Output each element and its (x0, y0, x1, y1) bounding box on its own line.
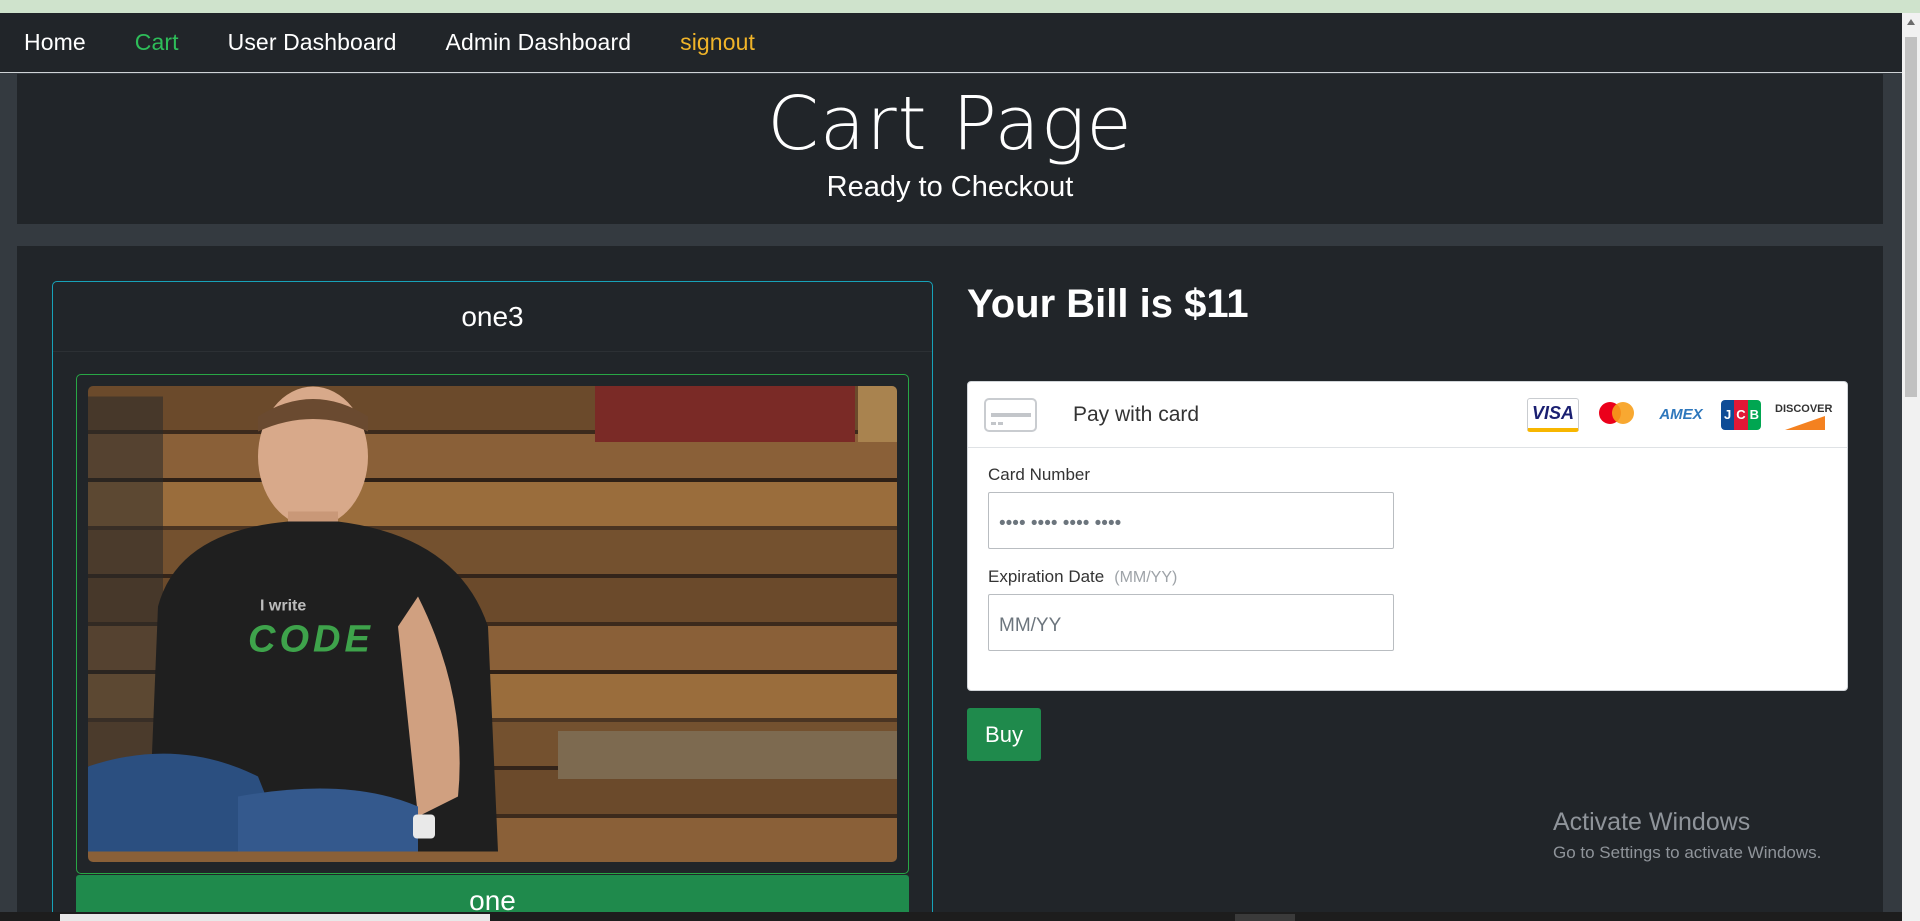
buy-button[interactable]: Buy (967, 708, 1041, 761)
mastercard-icon (1593, 398, 1641, 432)
page-title: Cart Page (767, 81, 1133, 167)
product-card: one3 I write CODE one (52, 281, 933, 921)
card-number-input[interactable]: •••• •••• •••• •••• (988, 492, 1394, 549)
nav-cart-link[interactable]: Cart (135, 29, 179, 56)
bill-total: Your Bill is $11 (967, 282, 1249, 326)
windows-activation-watermark: Activate Windows Go to Settings to activ… (1553, 808, 1821, 863)
person-in-tshirt-illustration: I write CODE (88, 386, 498, 852)
card-number-label: Card Number (988, 465, 1091, 484)
vertical-scrollbar[interactable] (1902, 13, 1920, 921)
page-subtitle: Ready to Checkout (826, 171, 1074, 204)
nav-home-link[interactable]: Home (24, 29, 86, 56)
tshirt-text-line2: CODE (248, 619, 374, 661)
product-image: I write CODE (88, 386, 897, 862)
scroll-up-icon[interactable] (1907, 19, 1915, 25)
nav-user-dashboard-link[interactable]: User Dashboard (228, 29, 397, 56)
amex-icon: AMEX (1659, 406, 1703, 423)
discover-icon: DISCOVER (1775, 400, 1832, 430)
visa-icon: VISA (1527, 397, 1579, 432)
watermark-subtitle: Go to Settings to activate Windows. (1553, 843, 1822, 862)
expiration-date-label: Expiration Date (MM/YY) (988, 567, 1178, 586)
scrollbar-thumb[interactable] (1905, 37, 1917, 397)
card-brands: VISA AMEX JCB DISCOVER (1527, 397, 1832, 432)
nav-admin-dashboard-link[interactable]: Admin Dashboard (446, 29, 632, 56)
product-name: one3 (53, 282, 932, 352)
horizontal-scrollbar[interactable] (0, 912, 1902, 921)
page-header: Cart Page Ready to Checkout (17, 74, 1883, 224)
pay-with-card-label: Pay with card (1073, 402, 1200, 426)
payment-header: Pay with card VISA AMEX JCB DISCOVER (968, 382, 1847, 448)
navbar: Home Cart User Dashboard Admin Dashboard… (0, 13, 1902, 73)
jcb-icon: JCB (1721, 399, 1761, 430)
expiration-hint: (MM/YY) (1114, 569, 1178, 586)
product-image-frame: I write CODE (76, 374, 909, 874)
nav-signout-link[interactable]: signout (680, 29, 755, 56)
expiration-date-input[interactable]: MM/YY (988, 594, 1394, 651)
browser-top-strip (0, 0, 1920, 13)
payment-form: Pay with card VISA AMEX JCB DISCOVER Car… (967, 381, 1848, 691)
tshirt-text-line1: I write (260, 598, 306, 615)
credit-card-icon (984, 397, 1037, 432)
watermark-title: Activate Windows (1553, 808, 1751, 836)
